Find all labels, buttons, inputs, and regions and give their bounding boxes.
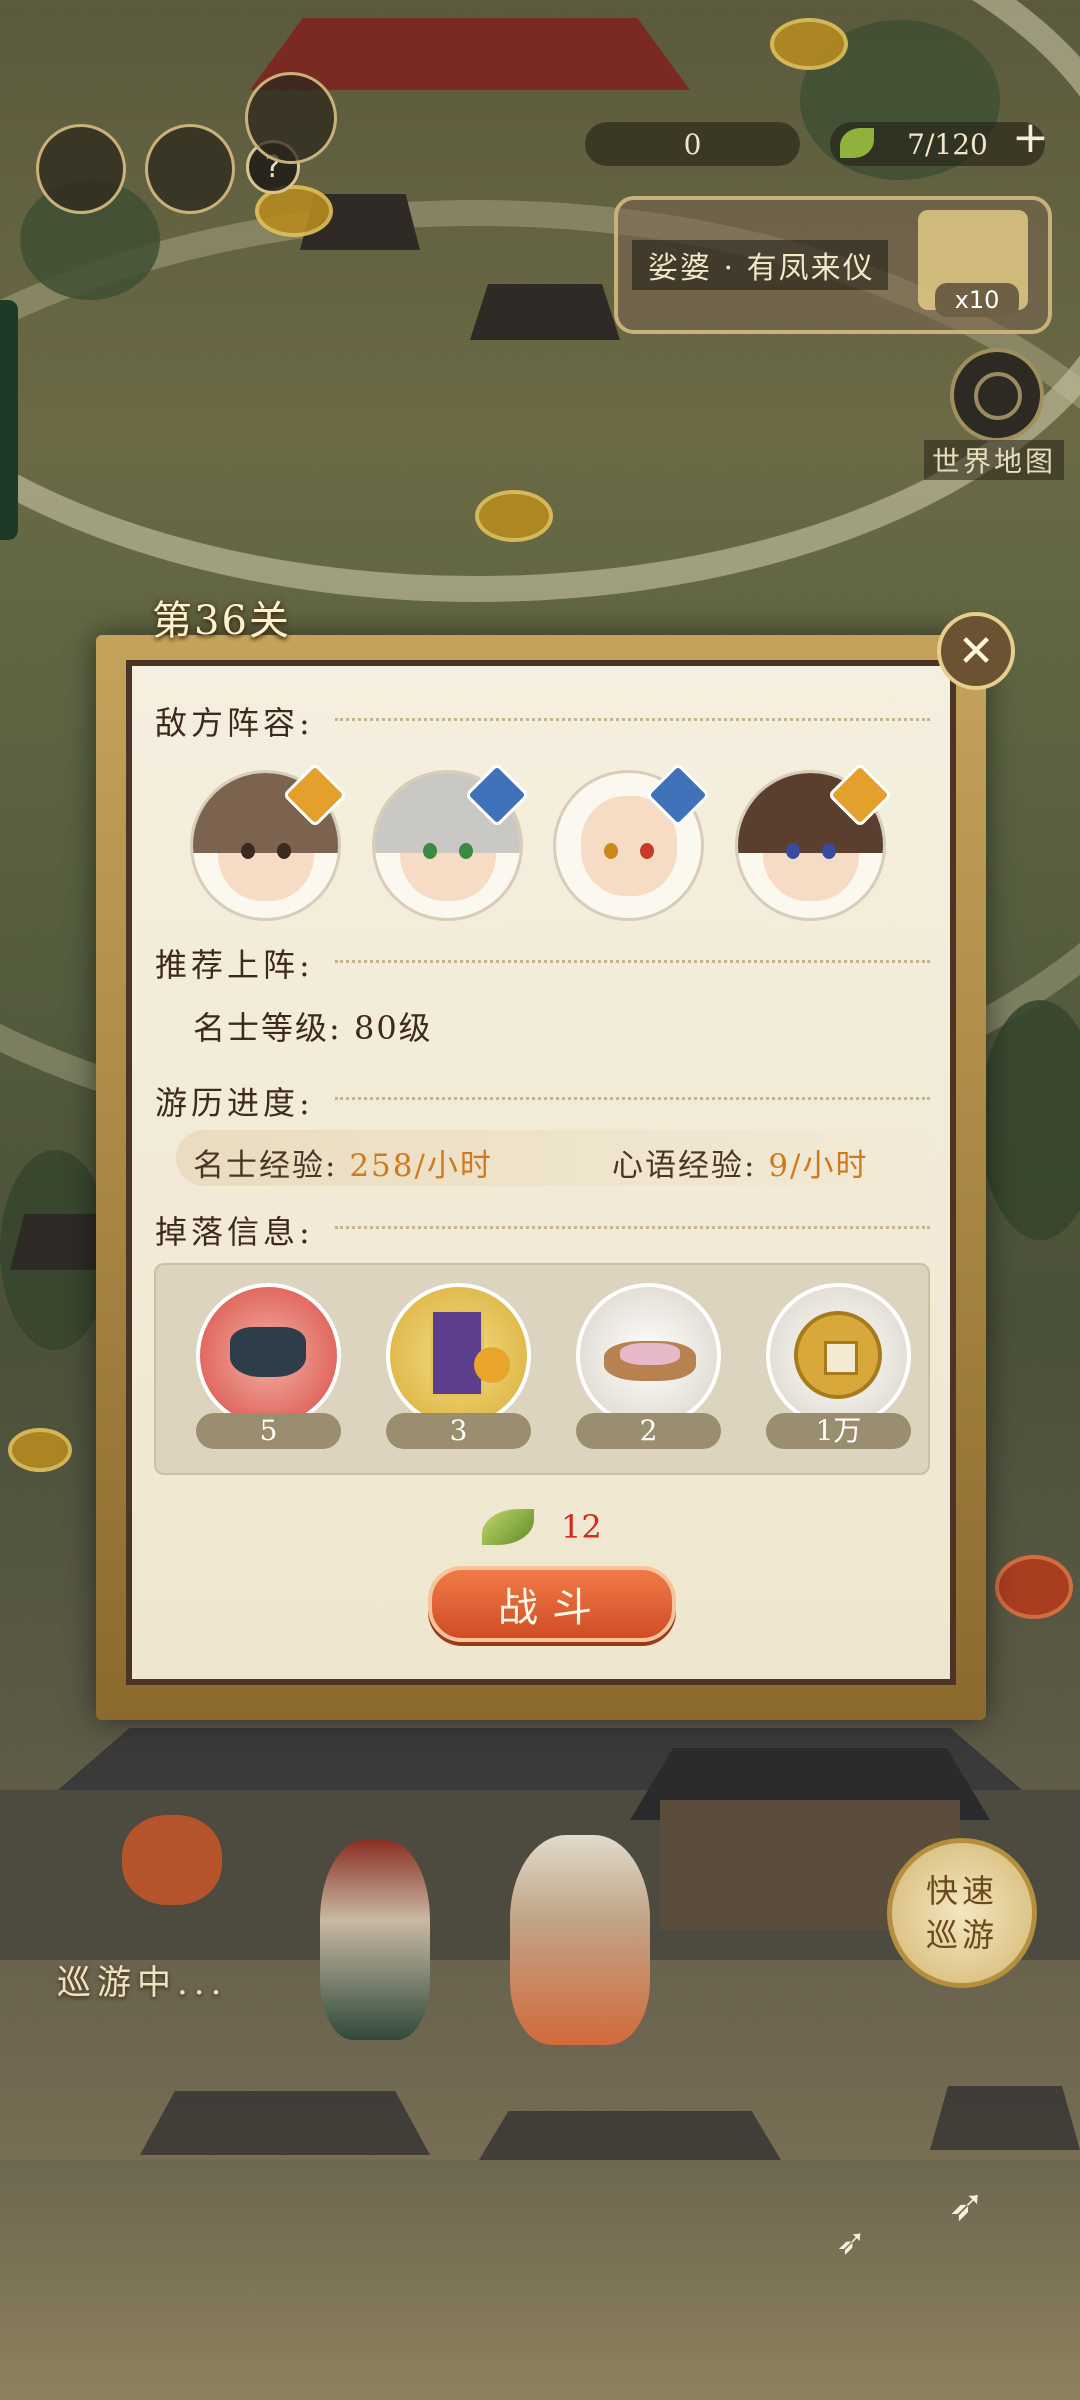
stage-title: 第36关 xyxy=(152,598,291,644)
tea-set-icon[interactable] xyxy=(196,1283,341,1428)
leaf-icon xyxy=(478,1505,538,1549)
fight-button[interactable]: 战斗 xyxy=(428,1566,676,1642)
bird-icon: ➶ xyxy=(948,2180,985,2231)
scroll-card-icon[interactable] xyxy=(386,1283,531,1428)
mingshi-exp-value: 258/小时 xyxy=(349,1148,493,1184)
drop-info-label: 掉落信息: xyxy=(155,1213,314,1251)
divider xyxy=(335,718,930,721)
world-map-button[interactable] xyxy=(950,348,1044,442)
patrolling-status: 巡游中... xyxy=(57,1963,228,2003)
divider xyxy=(335,1097,930,1100)
xinyu-exp-label: 心语经验: xyxy=(612,1148,769,1184)
helmet-icon xyxy=(974,372,1022,420)
copper-coin-icon[interactable] xyxy=(766,1283,911,1428)
close-button[interactable]: ✕ xyxy=(937,612,1015,690)
pavilion-icon[interactable] xyxy=(145,124,235,214)
recommend-label: 推荐上阵: xyxy=(155,946,314,984)
fast-patrol-button[interactable]: 快速巡游 xyxy=(887,1838,1037,1988)
add-stamina-button[interactable]: + xyxy=(1012,112,1049,163)
mingshi-exp: 名士经验: 258/小时 xyxy=(193,1140,493,1185)
leaf-icon xyxy=(840,128,874,158)
world-map-label[interactable]: 世界地图 xyxy=(924,440,1064,480)
drop-qty-4: 1万 xyxy=(766,1413,911,1449)
close-icon: ✕ xyxy=(957,625,995,677)
divider xyxy=(335,1226,930,1229)
drop-qty-2: 3 xyxy=(386,1413,531,1449)
drop-qty-3: 2 xyxy=(576,1413,721,1449)
quest-title: 娑婆 · 有凤来仪 xyxy=(632,240,888,290)
progress-label: 游历进度: xyxy=(155,1084,314,1122)
bird-icon: ➶ xyxy=(836,2222,867,2263)
stamina-value: 7/120 xyxy=(907,127,988,161)
xinyu-exp: 心语经验: 9/小时 xyxy=(612,1140,868,1185)
currency-display: 0 xyxy=(585,122,800,166)
character-veiled xyxy=(510,1835,650,2045)
menu-circle-button-1[interactable] xyxy=(36,124,126,214)
currency-value: 0 xyxy=(683,127,702,161)
drop-qty-1: 5 xyxy=(196,1413,341,1449)
stamina-cost: 12 xyxy=(561,1508,602,1546)
divider xyxy=(335,960,930,963)
gift-icon[interactable] xyxy=(245,72,337,164)
xinyu-exp-value: 9/小时 xyxy=(768,1148,869,1184)
quest-multiplier: x10 xyxy=(935,283,1019,317)
character-red-hair xyxy=(320,1840,430,2040)
enemy-lineup-label: 敌方阵容: xyxy=(155,704,314,742)
left-edge-tab[interactable] xyxy=(0,300,18,540)
recommended-level: 名士等级: 80级 xyxy=(193,1009,433,1047)
fast-patrol-label: 快速巡游 xyxy=(925,1872,998,1954)
mingshi-exp-label: 名士经验: xyxy=(193,1148,350,1184)
flower-tray-icon[interactable] xyxy=(576,1283,721,1428)
lantern-icon xyxy=(122,1815,222,1905)
